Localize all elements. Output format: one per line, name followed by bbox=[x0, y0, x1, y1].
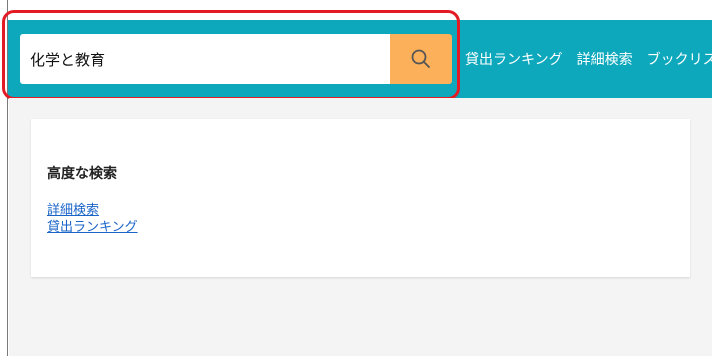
card-title: 高度な検索 bbox=[47, 166, 117, 182]
search-box bbox=[20, 34, 452, 84]
nav-link-advanced-search[interactable]: 詳細検索 bbox=[577, 49, 633, 69]
search-input[interactable] bbox=[20, 34, 390, 84]
nav-link-ranking[interactable]: 貸出ランキング bbox=[465, 49, 563, 69]
nav-link-booklist[interactable]: ブックリスト bbox=[647, 49, 712, 69]
link-ranking[interactable]: 貸出ランキング bbox=[47, 219, 138, 236]
advanced-search-card: 高度な検索 詳細検索 貸出ランキング bbox=[31, 119, 690, 277]
search-button[interactable] bbox=[390, 34, 452, 84]
search-icon bbox=[411, 49, 430, 68]
header-nav: 貸出ランキング 詳細検索 ブックリスト bbox=[465, 20, 712, 98]
link-advanced-search[interactable]: 詳細検索 bbox=[47, 202, 138, 219]
card-link-list: 詳細検索 貸出ランキング bbox=[47, 202, 138, 236]
window-left-border bbox=[0, 0, 8, 356]
